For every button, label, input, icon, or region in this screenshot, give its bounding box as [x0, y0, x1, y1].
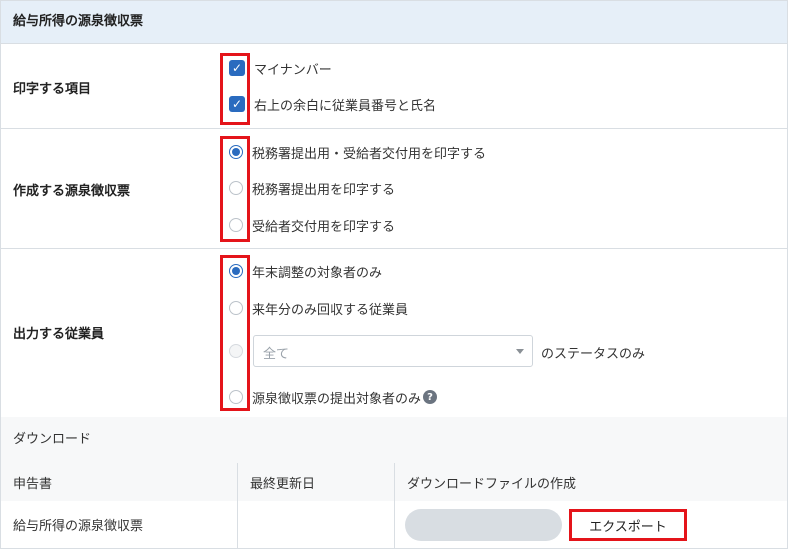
- download-section-title: ダウンロード: [1, 417, 787, 464]
- option-mynumber-label: マイナンバー: [254, 62, 332, 78]
- employees-option-year-end[interactable]: 年末調整の対象者のみ: [229, 261, 382, 281]
- status-select[interactable]: 全て: [253, 335, 533, 367]
- column-header-form: 申告書: [13, 476, 53, 492]
- employees-option-submit-target-label: 源泉徴収票の提出対象者のみ: [252, 391, 422, 407]
- column-header-create-file: ダウンロードファイルの作成: [394, 463, 787, 501]
- download-table-header: 申告書 最終更新日 ダウンロードファイルの作成: [1, 463, 787, 502]
- slip-type-option-tax-office-label: 税務署提出用を印字する: [252, 182, 396, 198]
- withholding-slip-panel: 給与所得の源泉徴収票 印字する項目 ✓ マイナンバー ✓ 右上の余白に従業員番号…: [0, 0, 788, 549]
- column-header-last-updated: 最終更新日: [237, 463, 394, 501]
- chevron-down-icon: [516, 349, 524, 354]
- employees-option-next-year-label: 来年分のみ回収する従業員: [252, 302, 409, 318]
- slip-type-option-recipient[interactable]: 受給者交付用を印字する: [229, 215, 395, 235]
- employees-row: 出力する従業員 年末調整の対象者のみ 来年分のみ回収する従業員 源泉徴収票の提出…: [1, 249, 787, 417]
- print-items-row: 印字する項目 ✓ マイナンバー ✓ 右上の余白に従業員番号と氏名: [1, 44, 787, 129]
- slip-type-option-both-label: 税務署提出用・受給者交付用を印字する: [252, 146, 487, 162]
- slip-type-row: 作成する源泉徴収票 税務署提出用・受給者交付用を印字する 税務署提出用を印字する…: [1, 129, 787, 249]
- highlight-box-checkboxes: [220, 53, 250, 125]
- export-button-label: エクスポート: [589, 519, 667, 535]
- row-last-updated: [237, 501, 394, 548]
- export-button[interactable]: エクスポート: [569, 509, 687, 541]
- slip-type-label: 作成する源泉徴収票: [13, 184, 131, 199]
- highlight-box-slip-radios: [220, 136, 250, 242]
- status-select-suffix: のステータスのみ: [541, 347, 646, 362]
- employees-option-next-year[interactable]: 来年分のみ回収する従業員: [229, 298, 408, 318]
- panel-title: 給与所得の源泉徴収票: [1, 1, 787, 44]
- slip-type-option-both[interactable]: 税務署提出用・受給者交付用を印字する: [229, 142, 486, 162]
- employees-label: 出力する従業員: [13, 327, 105, 342]
- option-employee-number-name[interactable]: ✓ 右上の余白に従業員番号と氏名: [229, 94, 436, 114]
- employees-option-year-end-label: 年末調整の対象者のみ: [252, 265, 383, 281]
- question-circle-icon[interactable]: ?: [423, 390, 438, 404]
- status-select-value: 全て: [263, 347, 290, 362]
- highlight-box-employee-radios: [220, 255, 250, 411]
- row-form-name: 給与所得の源泉徴収票: [13, 519, 144, 534]
- option-employee-number-name-label: 右上の余白に従業員番号と氏名: [254, 98, 437, 114]
- print-items-label: 印字する項目: [13, 82, 92, 97]
- employees-option-submit-target[interactable]: 源泉徴収票の提出対象者のみ ?: [229, 387, 438, 407]
- slip-type-option-recipient-label: 受給者交付用を印字する: [252, 219, 396, 235]
- slip-type-option-tax-office[interactable]: 税務署提出用を印字する: [229, 178, 395, 198]
- export-progress-bar: [405, 508, 562, 541]
